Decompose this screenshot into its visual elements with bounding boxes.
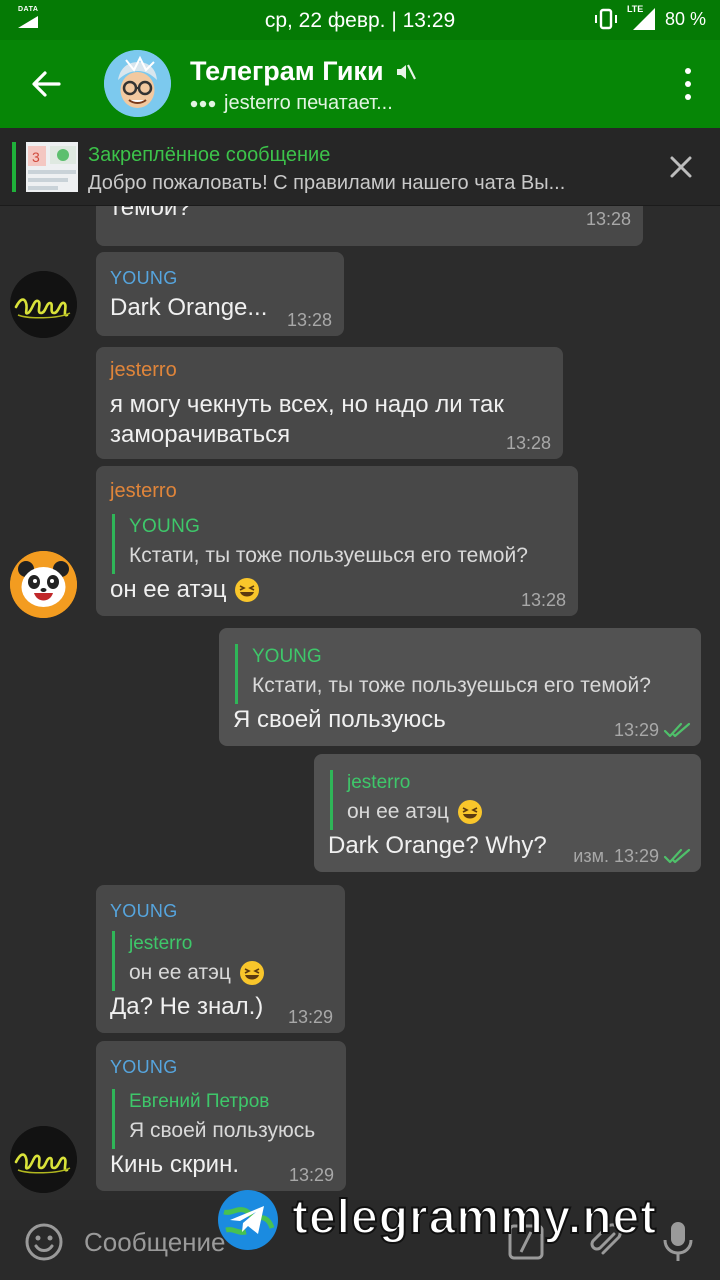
young-avatar-image xyxy=(10,1126,77,1193)
message-time: 13:28 xyxy=(520,590,566,610)
panda-avatar-image xyxy=(10,551,77,618)
message-bubble[interactable]: YOUNG Dark Orange... 13:28 xyxy=(96,252,344,336)
reply-author: jesterro xyxy=(347,772,411,793)
message-bubble[interactable]: jesterro YOUNG Кстати, ты тоже пользуешь… xyxy=(96,466,578,616)
pinned-text: Добро пожаловать! С правилами нашего чат… xyxy=(88,172,566,194)
menu-dot xyxy=(685,81,691,87)
message-text: Кинь скрин. xyxy=(110,1151,239,1178)
watermark: telegrammy.net xyxy=(216,1186,716,1256)
battery-level: 80 % xyxy=(664,8,706,29)
reply-text: Я своей пользуюсь xyxy=(129,1119,316,1142)
message-input[interactable]: Сообщение xyxy=(84,1227,226,1258)
pinned-thumbnail-image: 3 xyxy=(26,142,78,192)
status-right: LTE 80 % xyxy=(593,4,706,30)
reply-author: Евгений Петров xyxy=(129,1091,270,1112)
message-text-content: он ее атэц xyxy=(110,576,227,603)
message-bubble-outgoing[interactable]: YOUNG Кстати, ты тоже пользуешься его те… xyxy=(219,628,701,746)
reply-text: Кстати, ты тоже пользуешься его темой? xyxy=(252,674,651,697)
reply-text: он ее атэц xyxy=(347,796,483,828)
typing-dots-icon xyxy=(190,100,216,107)
emoji-icon[interactable] xyxy=(24,1222,64,1262)
laughing-emoji-icon xyxy=(235,578,260,602)
message-text: я могу чекнуть всех, но надо ли так xyxy=(110,391,504,418)
message-time: 13:29 xyxy=(288,1165,334,1185)
avatar-young[interactable] xyxy=(10,1126,77,1193)
message-bubble-outgoing[interactable]: jesterro он ее атэц Dark Orange? Why? из… xyxy=(314,754,701,872)
typing-status-text: jesterro печатает... xyxy=(224,92,393,114)
pinned-title: Закреплённое сообщение xyxy=(88,144,331,166)
message-time: изм. 13:29 xyxy=(573,846,659,866)
pinned-thumbnail: 3 xyxy=(26,142,78,192)
pinned-message[interactable]: 3 Закреплённое сообщение Добро пожаловат… xyxy=(0,128,720,206)
reply-quote[interactable]: jesterro он ее атэц xyxy=(112,931,265,991)
chat-title[interactable]: Телеграм Гики xyxy=(190,56,416,87)
reply-quote[interactable]: YOUNG Кстати, ты тоже пользуешься его те… xyxy=(112,514,528,574)
message-bubble[interactable]: jesterro я могу чекнуть всех, но надо ли… xyxy=(96,347,563,459)
pinned-accent-bar xyxy=(12,142,16,192)
lte-signal-icon: LTE xyxy=(627,4,657,30)
group-avatar[interactable] xyxy=(104,50,171,117)
reply-text: он ее атэц xyxy=(129,957,265,989)
muted-icon xyxy=(396,64,416,79)
reply-quote[interactable]: jesterro он ее атэц xyxy=(330,770,483,830)
message-bubble[interactable]: YOUNG jesterro он ее атэц Да? Не знал.) … xyxy=(96,885,345,1033)
close-icon[interactable] xyxy=(668,154,694,180)
reply-author: YOUNG xyxy=(129,516,201,537)
chat-title-text: Телеграм Гики xyxy=(190,56,384,86)
message-time: 13:28 xyxy=(585,209,631,229)
watermark-text: telegrammy.net xyxy=(291,1190,658,1245)
sender-name: jesterro xyxy=(110,480,177,502)
read-checks-icon xyxy=(663,722,691,738)
menu-dot xyxy=(685,94,691,100)
message-time: 13:28 xyxy=(505,433,551,453)
svg-text:3: 3 xyxy=(32,149,40,165)
laughing-emoji-icon xyxy=(239,961,264,985)
message-text: заморачиваться xyxy=(110,421,291,448)
reply-text: Кстати, ты тоже пользуешься его темой? xyxy=(129,544,528,567)
message-text: Dark Orange... xyxy=(110,294,268,321)
message-list[interactable]: темой? 13:28 YOUNG Dark Orange... 13:28 … xyxy=(0,206,720,1200)
read-checks-icon xyxy=(663,848,691,864)
sender-name: YOUNG xyxy=(110,268,178,288)
chat-header: Телеграм Гики jesterro печатает... xyxy=(0,40,720,128)
message-time: 13:29 xyxy=(287,1007,333,1027)
sender-name: jesterro xyxy=(110,359,177,381)
avatar-jesterro[interactable] xyxy=(10,551,77,618)
typing-status: jesterro печатает... xyxy=(190,92,393,115)
message-text: темой? xyxy=(110,206,191,221)
message-text: Я своей пользуюсь xyxy=(233,706,446,733)
sender-name: YOUNG xyxy=(110,1057,178,1077)
telegram-globe-icon xyxy=(218,1190,278,1250)
back-button[interactable] xyxy=(24,64,68,104)
group-avatar-image xyxy=(104,50,171,117)
status-bar: DATA ср, 22 февр. | 13:29 LTE 80 % xyxy=(0,0,720,40)
message-text: Да? Не знал.) xyxy=(110,993,264,1020)
reply-author: jesterro xyxy=(129,933,193,954)
message-text: он ее атэц xyxy=(110,576,260,604)
young-avatar-image xyxy=(10,271,77,338)
menu-dot xyxy=(685,68,691,74)
reply-author: YOUNG xyxy=(252,646,322,667)
message-time: 13:29 xyxy=(613,720,659,740)
arrow-left-icon xyxy=(32,71,61,97)
reply-quote[interactable]: Евгений Петров Я своей пользуюсь xyxy=(112,1089,315,1149)
more-menu-button[interactable] xyxy=(682,68,694,100)
message-text: Dark Orange? Why? xyxy=(328,832,547,859)
message-bubble[interactable]: YOUNG Евгений Петров Я своей пользуюсь К… xyxy=(96,1041,346,1191)
reply-text-content: он ее атэц xyxy=(347,800,449,823)
laughing-emoji-icon xyxy=(457,800,482,824)
message-bubble[interactable]: темой? 13:28 xyxy=(96,206,643,246)
message-time: 13:28 xyxy=(286,310,332,330)
reply-text-content: он ее атэц xyxy=(129,961,231,984)
reply-quote[interactable]: YOUNG Кстати, ты тоже пользуешься его те… xyxy=(235,644,651,704)
sender-name: YOUNG xyxy=(110,901,178,921)
avatar-young[interactable] xyxy=(10,271,77,338)
vibrate-icon xyxy=(594,8,617,30)
